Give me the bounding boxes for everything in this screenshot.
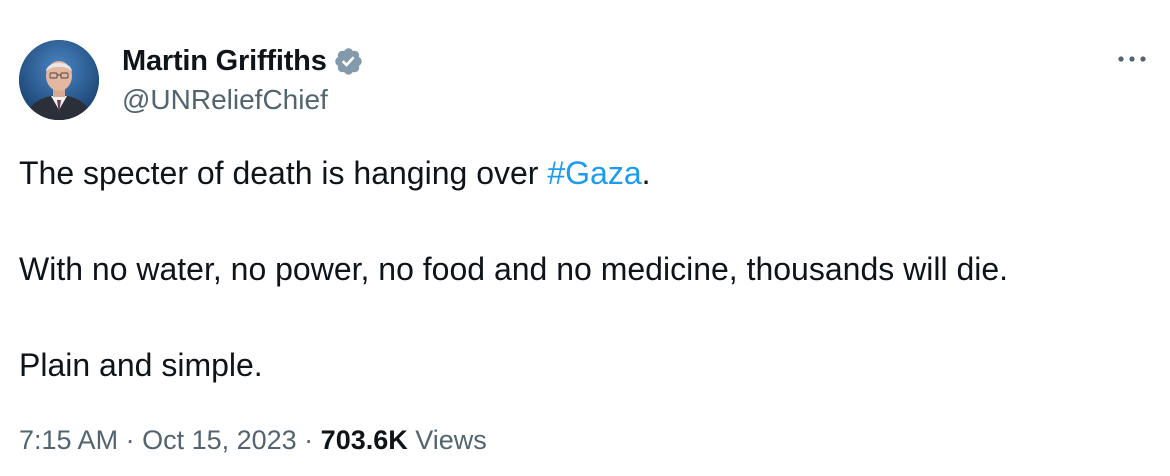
tweet-text-suffix: . [641,155,651,191]
tweet-line-3: Plain and simple. [19,347,263,383]
tweet-card: Martin Griffiths @UNReliefChief The spec… [0,0,1170,476]
hashtag-link[interactable]: #Gaza [547,155,641,191]
author-name-row: Martin Griffiths [122,43,364,79]
tweet-line-1: The specter of death is hanging over #Ga… [19,153,651,193]
meta-separator: · [296,425,321,455]
more-options-icon [1118,56,1146,62]
avatar[interactable] [19,40,99,120]
meta-separator: · [118,425,143,455]
tweet-time[interactable]: 7:15 AM [19,425,118,455]
tweet-date[interactable]: Oct 15, 2023 [142,425,297,455]
author-handle[interactable]: @UNReliefChief [122,84,328,116]
author-display-name[interactable]: Martin Griffiths [122,45,327,78]
tweet-meta: 7:15 AM · Oct 15, 2023 · 703.6K Views [19,422,487,458]
more-options-button[interactable] [1112,44,1152,74]
avatar-image [19,40,99,120]
tweet-text-prefix: The specter of death is hanging over [19,155,548,191]
verified-badge-icon[interactable] [333,46,364,77]
views-label[interactable]: Views [408,425,487,455]
view-count[interactable]: 703.6K [321,425,408,455]
tweet-line-2: With no water, no power, no food and no … [19,251,1009,287]
